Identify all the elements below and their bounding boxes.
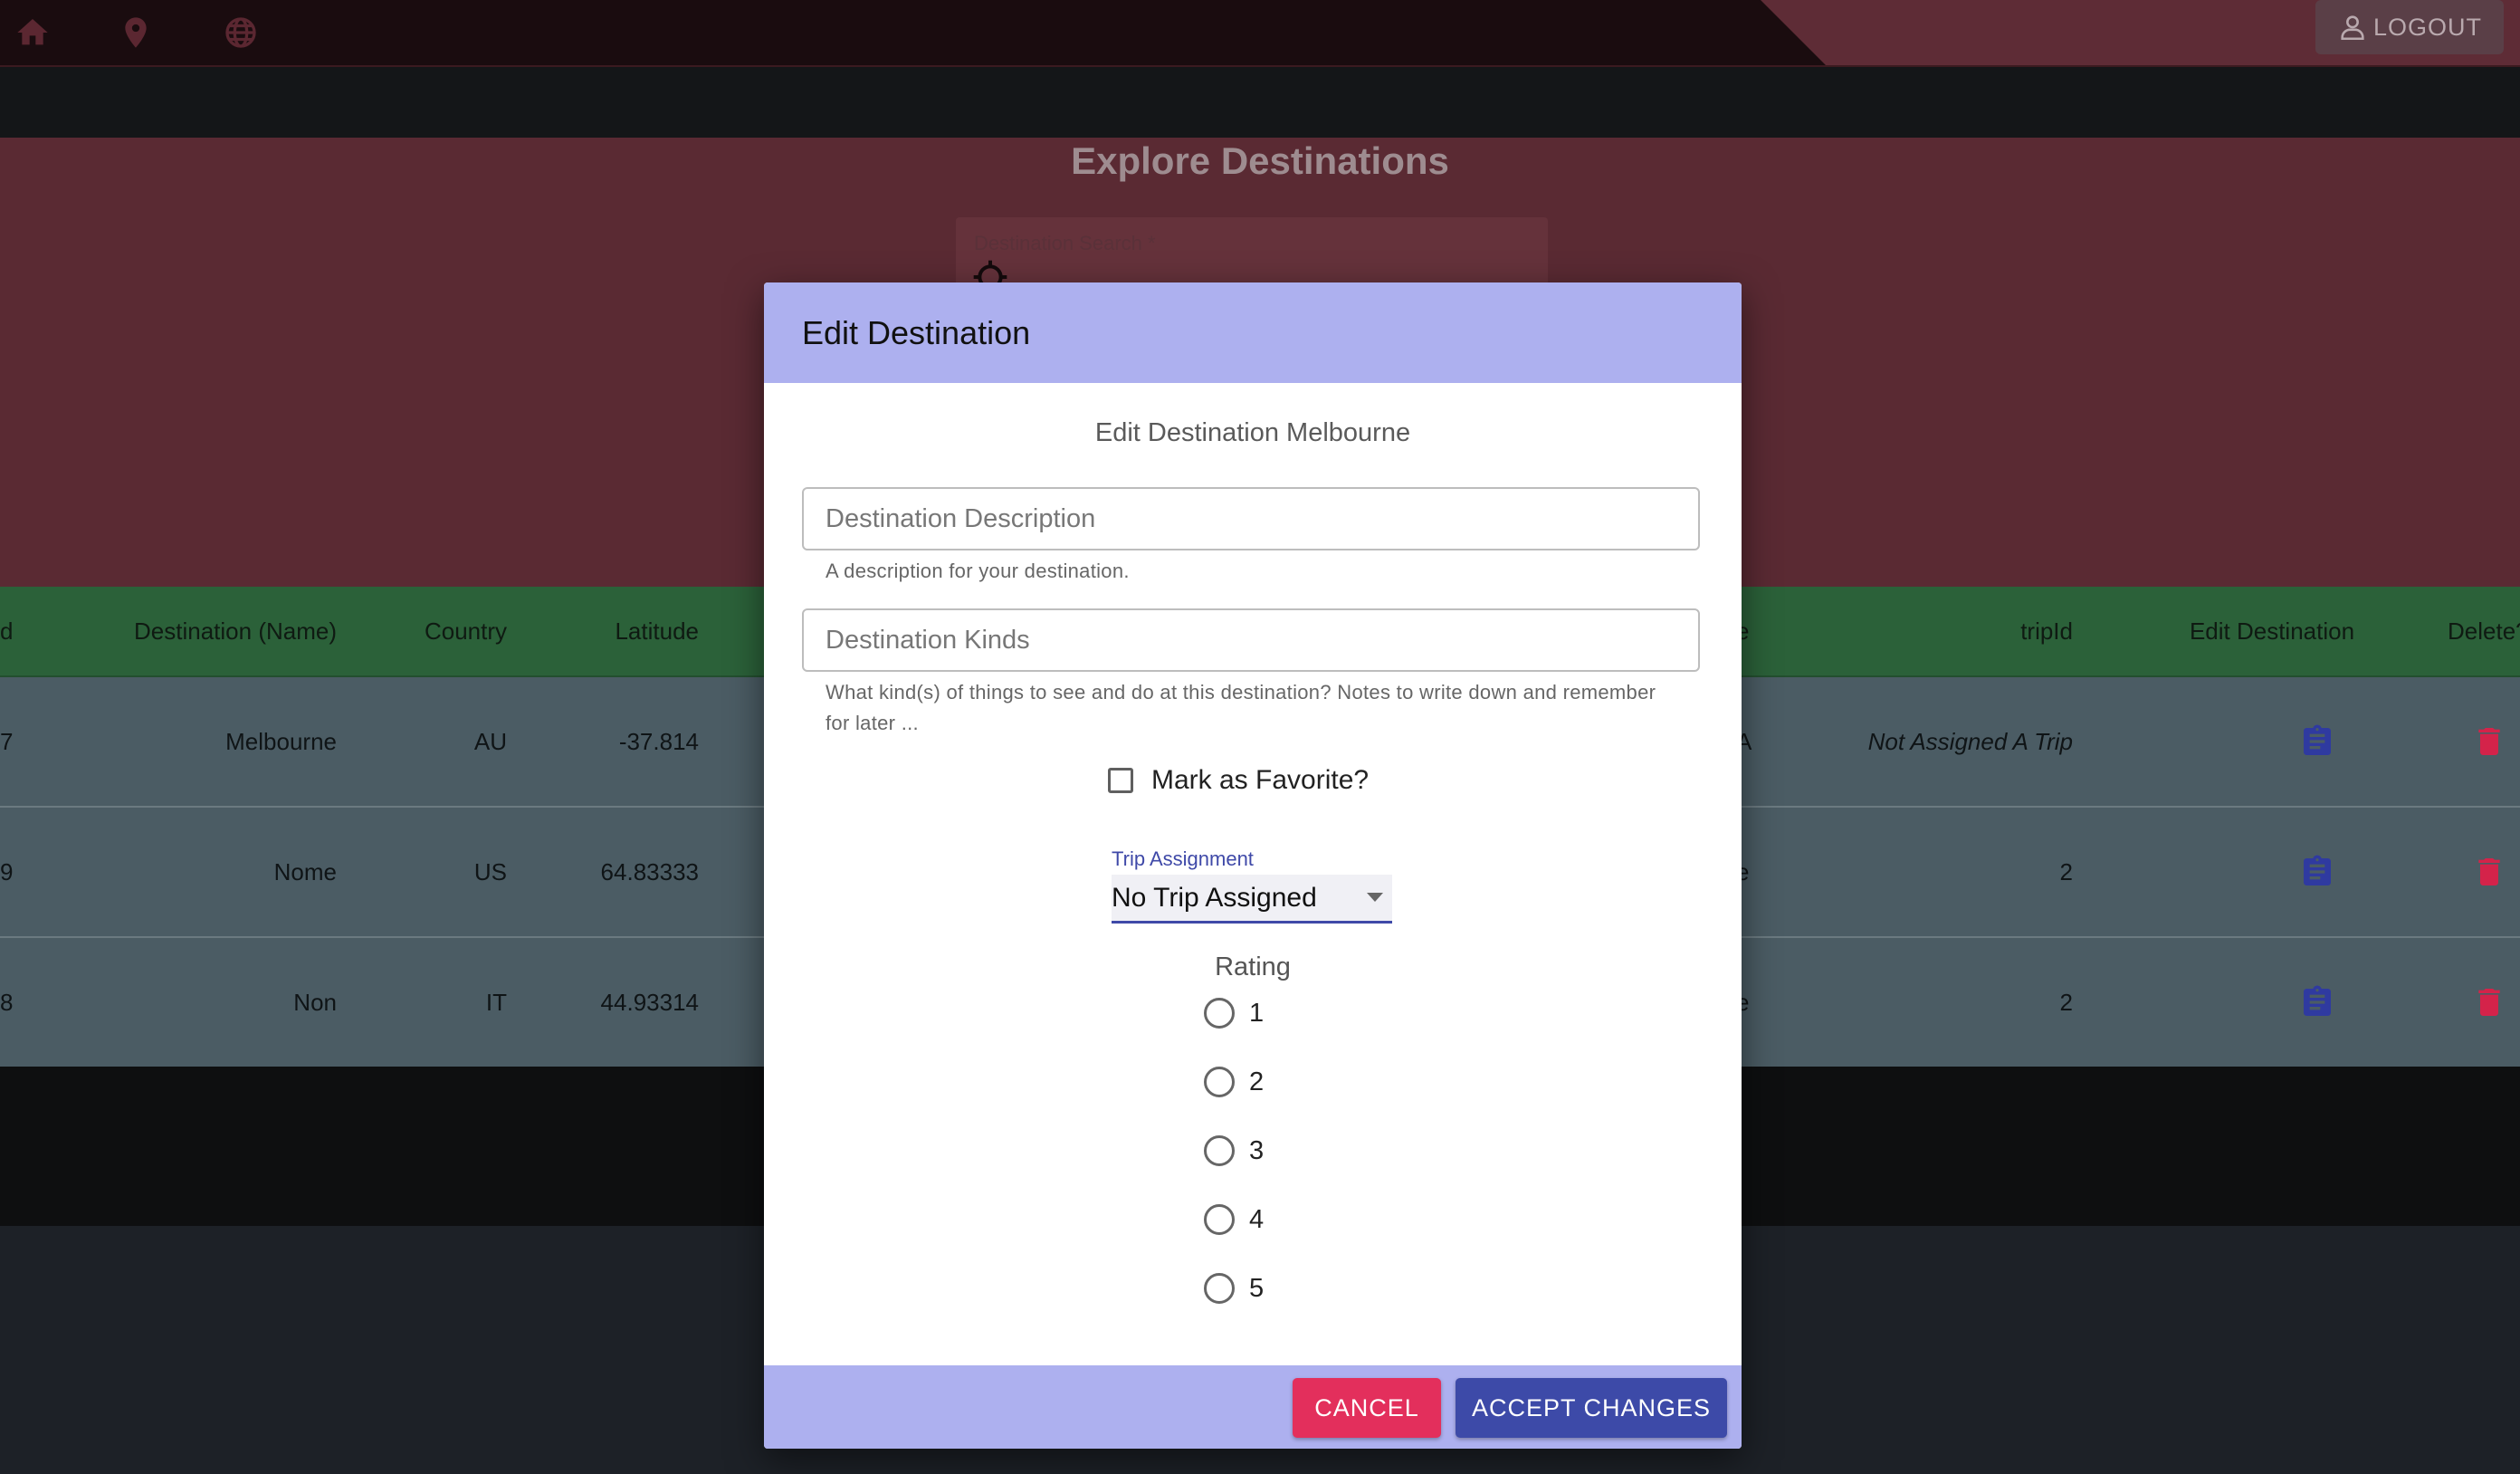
person-icon — [2341, 15, 2364, 41]
description-helper: A description for your destination. — [826, 560, 1130, 582]
cell-partial: e — [1736, 988, 1750, 1016]
dialog-title: Edit Destination — [802, 314, 1031, 351]
delete-trash-icon[interactable] — [2471, 938, 2507, 1067]
rating-option-label: 2 — [1249, 1067, 1265, 1096]
rating-option-1[interactable]: 1 — [1204, 992, 1264, 1034]
explore-title-wrap: Explore Destinations — [0, 138, 2520, 185]
cell-country: AU — [473, 727, 507, 755]
favorite-checkbox-row[interactable]: Mark as Favorite? — [1108, 762, 1369, 799]
kinds-helper: What kind(s) of things to see and do at … — [826, 681, 1656, 734]
rating-label: Rating — [1215, 952, 1291, 981]
rating-option-label: 3 — [1249, 1135, 1265, 1165]
favorite-checkbox[interactable] — [1108, 768, 1133, 793]
rating-option-label: 5 — [1249, 1273, 1265, 1303]
cell-latitude: 64.83333 — [600, 857, 699, 885]
accept-changes-button[interactable]: ACCEPT CHANGES — [1456, 1378, 1727, 1438]
radio-button[interactable] — [1204, 1135, 1235, 1166]
header-trip-id[interactable]: tripId — [1901, 587, 2073, 675]
trip-assignment-value: No Trip Assigned — [1112, 883, 1317, 913]
app-page: LOGOUT Explore Destinations Destination … — [0, 0, 2520, 1474]
rating-option-label: 4 — [1249, 1204, 1265, 1234]
globe-icon[interactable] — [217, 9, 264, 56]
radio-button[interactable] — [1204, 1273, 1235, 1304]
map-pin-icon[interactable] — [112, 9, 159, 56]
cell-name: Melbourne — [225, 727, 337, 755]
cell-name: Non — [293, 988, 337, 1016]
header-name[interactable]: Destination (Name) — [91, 587, 337, 675]
rating-option-5[interactable]: 5 — [1204, 1268, 1264, 1309]
dialog-header: Edit Destination — [764, 282, 1742, 383]
edit-destination-dialog: Edit Destination Edit Destination Melbou… — [764, 282, 1742, 1449]
cell-trip-id: Not Assigned A Trip — [1867, 727, 2073, 755]
radio-button[interactable] — [1204, 1204, 1235, 1235]
logout-label: LOGOUT — [2372, 13, 2482, 41]
header-id: d — [0, 617, 14, 645]
favorite-label: Mark as Favorite? — [1151, 765, 1370, 795]
cell-id: 9 — [0, 857, 14, 885]
cell-id: 8 — [0, 988, 14, 1016]
cell-latitude: -37.814 — [618, 727, 699, 755]
cancel-button[interactable]: CANCEL — [1293, 1378, 1441, 1438]
kinds-input[interactable] — [804, 610, 1698, 670]
edit-clipboard-icon[interactable] — [2299, 938, 2335, 1067]
header-partial: e — [1736, 617, 1750, 645]
cell-trip-id: 2 — [2059, 988, 2073, 1016]
rating-option-label: 1 — [1249, 998, 1265, 1028]
header-latitude[interactable]: Latitude — [543, 587, 699, 675]
top-nav-bar: LOGOUT — [0, 0, 2520, 67]
cell-id: 7 — [0, 727, 14, 755]
trip-assignment-label: Trip Assignment — [1112, 847, 1254, 870]
dialog-footer: CANCEL ACCEPT CHANGES — [764, 1365, 1742, 1449]
radio-button[interactable] — [1204, 1067, 1235, 1097]
edit-clipboard-icon[interactable] — [2299, 808, 2335, 936]
header-country[interactable]: Country — [362, 587, 507, 675]
cell-partial: A — [1736, 727, 1752, 755]
dialog-subtitle: Edit Destination Melbourne — [1094, 418, 1411, 447]
description-field[interactable] — [802, 487, 1700, 550]
logout-button[interactable]: LOGOUT — [2315, 0, 2504, 54]
cell-latitude: 44.93314 — [600, 988, 699, 1016]
page-title: Explore Destinations — [1071, 139, 1449, 182]
kinds-field[interactable] — [802, 608, 1700, 672]
cell-name: Nome — [273, 857, 337, 885]
cell-partial: e — [1736, 857, 1750, 885]
header-delete: Delete? — [2448, 617, 2520, 645]
home-icon[interactable] — [9, 9, 56, 56]
rating-option-2[interactable]: 2 — [1204, 1061, 1264, 1103]
header-edit: Edit Destination — [2189, 617, 2355, 645]
rating-option-4[interactable]: 4 — [1204, 1199, 1264, 1240]
delete-trash-icon[interactable] — [2471, 677, 2507, 806]
delete-trash-icon[interactable] — [2471, 808, 2507, 936]
dark-strip — [0, 67, 2520, 138]
edit-clipboard-icon[interactable] — [2299, 677, 2335, 806]
cell-country: IT — [485, 988, 507, 1016]
search-label: Destination Search * — [974, 232, 1156, 254]
cell-trip-id: 2 — [2059, 857, 2073, 885]
cell-country: US — [473, 857, 507, 885]
radio-button[interactable] — [1204, 998, 1235, 1029]
dropdown-arrow-icon — [1367, 893, 1383, 902]
trip-assignment-select[interactable]: No Trip Assigned — [1112, 875, 1392, 924]
rating-option-3[interactable]: 3 — [1204, 1130, 1264, 1172]
description-input[interactable] — [804, 489, 1698, 549]
